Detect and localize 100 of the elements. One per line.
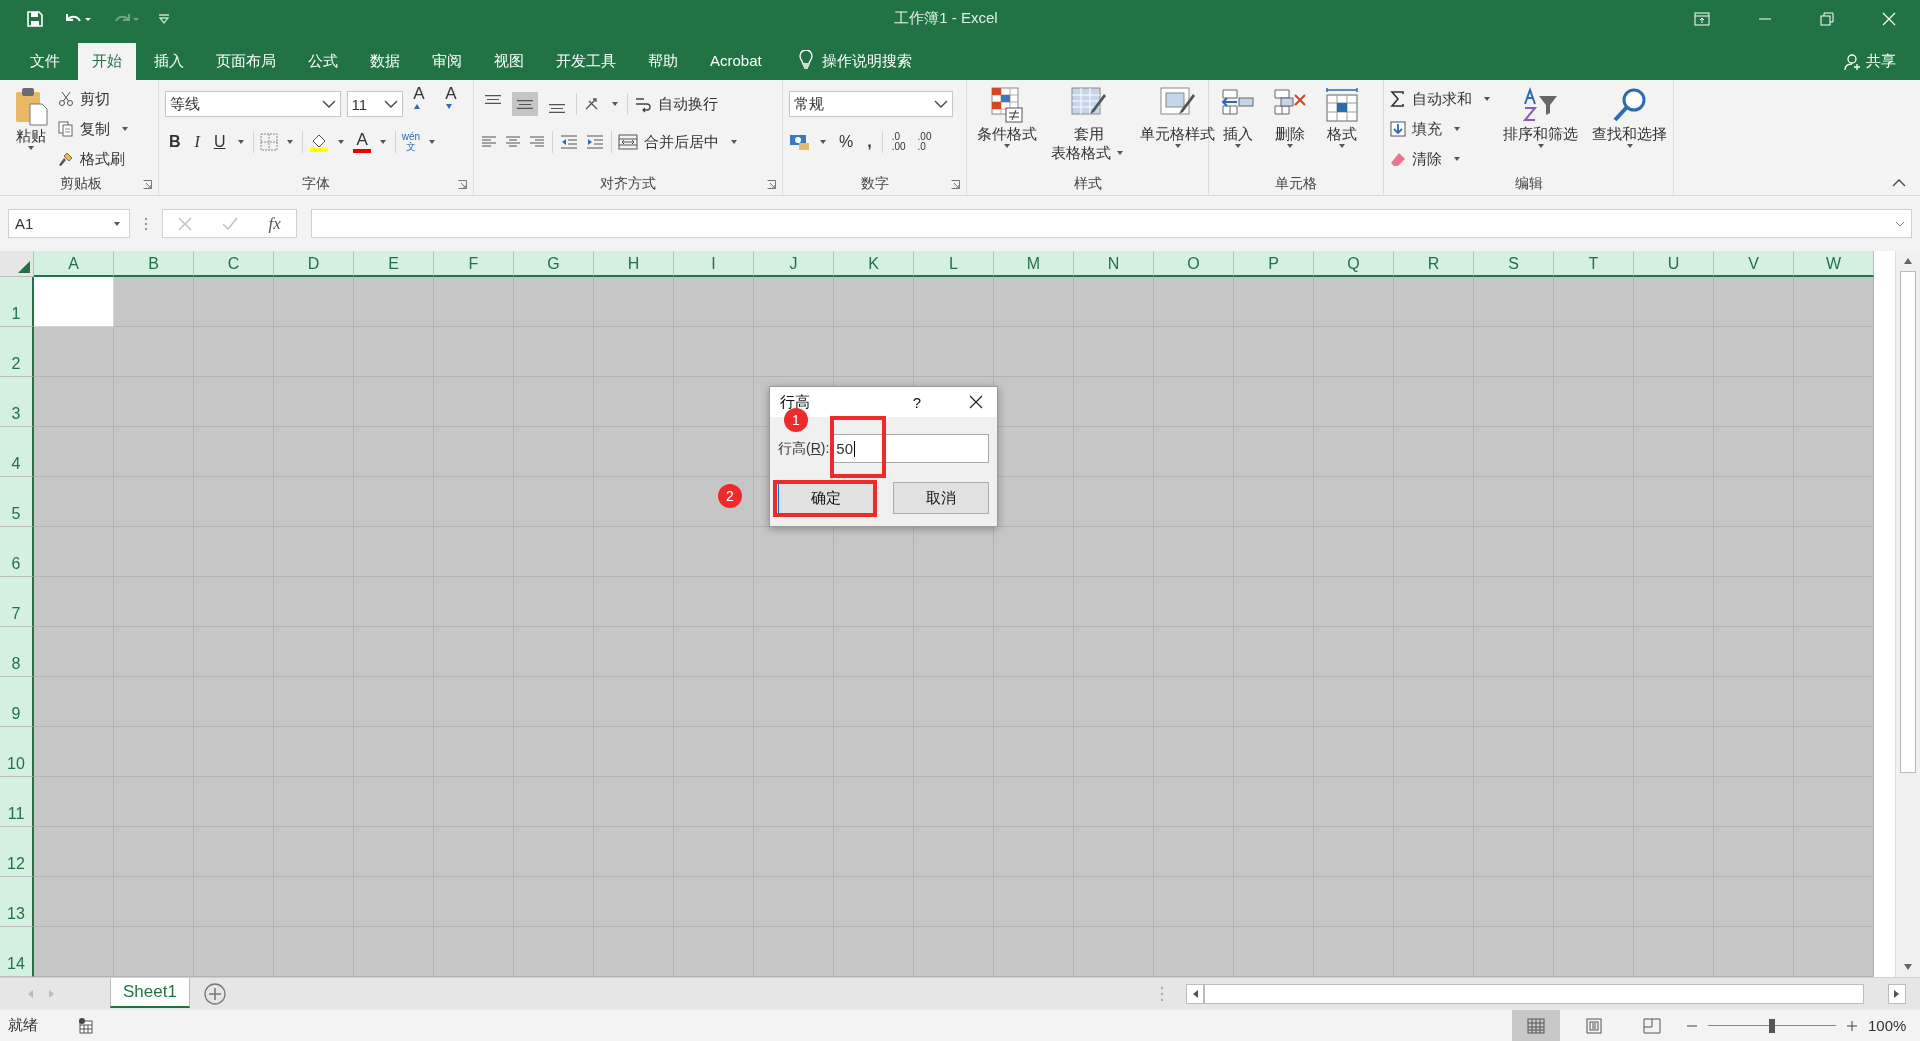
cancel-icon[interactable] <box>178 216 193 231</box>
column-header[interactable]: K <box>834 251 914 277</box>
normal-view-button[interactable] <box>1512 1010 1560 1041</box>
grid-cell[interactable] <box>34 577 114 627</box>
column-header[interactable]: C <box>194 251 274 277</box>
grid-cell[interactable] <box>34 477 114 527</box>
insert-function-button[interactable]: fx <box>268 213 281 234</box>
grid-cell[interactable] <box>114 927 194 977</box>
restore-icon[interactable] <box>1820 11 1834 26</box>
grid-cell[interactable] <box>834 277 914 327</box>
currency-icon[interactable] <box>789 133 811 151</box>
ribbon-tab[interactable]: 审阅 <box>418 43 476 80</box>
delete-cells-button[interactable]: 删除 <box>1267 84 1313 173</box>
decrease-indent-icon[interactable] <box>559 133 579 151</box>
grid-cell[interactable] <box>1794 827 1874 877</box>
dialog-launcher-icon[interactable] <box>951 180 960 189</box>
grid-cell[interactable] <box>34 527 114 577</box>
fill-button[interactable]: 填充 <box>1390 117 1493 141</box>
grid-cell[interactable] <box>1634 927 1714 977</box>
grid-cell[interactable] <box>1474 927 1554 977</box>
zoom-in-icon[interactable] <box>1846 1019 1858 1032</box>
bold-button[interactable]: B <box>165 133 185 151</box>
dialog-launcher-icon[interactable] <box>458 180 467 189</box>
decrease-decimal-button[interactable]: .00 .0 <box>914 132 935 152</box>
vertical-scrollbar[interactable] <box>1895 251 1920 977</box>
grid-cell[interactable] <box>994 527 1074 577</box>
row-header[interactable]: 8 <box>0 627 34 677</box>
column-header[interactable]: S <box>1474 251 1554 277</box>
scroll-left-icon[interactable] <box>1191 989 1199 999</box>
row-header[interactable]: 12 <box>0 827 34 877</box>
grid-cell[interactable] <box>754 527 834 577</box>
column-header[interactable]: M <box>994 251 1074 277</box>
grid-cell[interactable] <box>1794 927 1874 977</box>
comma-button[interactable]: , <box>863 133 876 151</box>
grid-cell[interactable] <box>114 277 194 327</box>
merge-center-button[interactable]: 合并后居中 <box>618 130 740 154</box>
grid-cell[interactable] <box>834 927 914 977</box>
grid-cell[interactable] <box>1794 727 1874 777</box>
percent-button[interactable]: % <box>835 133 858 151</box>
column-header[interactable]: F <box>434 251 514 277</box>
row-header[interactable]: 1 <box>0 277 34 327</box>
grid-cell[interactable] <box>1474 277 1554 327</box>
grid-cell[interactable] <box>754 927 834 977</box>
grid-cell[interactable] <box>1314 277 1394 327</box>
formula-input[interactable] <box>311 209 1912 238</box>
grid-cell[interactable] <box>674 927 754 977</box>
grid-cell[interactable] <box>1794 627 1874 677</box>
row-header[interactable]: 14 <box>0 927 34 977</box>
column-header[interactable]: L <box>914 251 994 277</box>
grid-cell[interactable] <box>1794 777 1874 827</box>
ribbon-tab[interactable]: Acrobat <box>696 43 776 80</box>
select-all-icon[interactable] <box>17 260 31 274</box>
grid-cell[interactable] <box>594 927 674 977</box>
grid-cell[interactable] <box>1394 277 1474 327</box>
column-header[interactable]: H <box>594 251 674 277</box>
grid-cell[interactable] <box>674 277 754 327</box>
font-name-dropdown[interactable]: 等线 <box>165 91 341 117</box>
conditional-format-button[interactable]: 条件格式 <box>973 84 1041 173</box>
name-box[interactable]: A1 <box>8 209 130 238</box>
grid-cell[interactable] <box>1794 427 1874 477</box>
grid-cell[interactable] <box>914 527 994 577</box>
ribbon-tab[interactable]: 视图 <box>480 43 538 80</box>
grid-cell[interactable] <box>34 877 114 927</box>
grid-cell[interactable] <box>1154 927 1234 977</box>
help-button[interactable]: ? <box>912 393 921 411</box>
grid-cell[interactable] <box>1794 877 1874 927</box>
grid-cell[interactable] <box>34 327 114 377</box>
grid-cell[interactable] <box>114 327 194 377</box>
grid-cell[interactable] <box>1634 277 1714 327</box>
column-header[interactable]: B <box>114 251 194 277</box>
grid-cell[interactable] <box>194 927 274 977</box>
number-format-dropdown[interactable]: 常规 <box>789 91 953 117</box>
row-header[interactable]: 10 <box>0 727 34 777</box>
macro-record-icon[interactable] <box>78 1017 94 1034</box>
scroll-right-icon[interactable] <box>1893 989 1901 999</box>
row-header[interactable]: 5 <box>0 477 34 527</box>
column-header[interactable]: I <box>674 251 754 277</box>
cancel-button[interactable]: 取消 <box>893 482 989 514</box>
shrink-font-button[interactable]: A <box>441 84 467 124</box>
row-height-input[interactable]: 50 <box>831 434 989 463</box>
grid-cell[interactable] <box>1554 277 1634 327</box>
scroll-up-icon[interactable] <box>1903 257 1913 265</box>
grid-cell[interactable] <box>994 377 1074 427</box>
column-header[interactable]: U <box>1634 251 1714 277</box>
add-sheet-icon[interactable] <box>203 983 226 1005</box>
grid-cell[interactable] <box>1794 277 1874 327</box>
grid-cell[interactable] <box>34 927 114 977</box>
column-header[interactable]: A <box>34 251 114 277</box>
grid-cell[interactable] <box>34 727 114 777</box>
grid-cell[interactable] <box>1154 277 1234 327</box>
grid-cell[interactable] <box>1794 527 1874 577</box>
splitter-dots-icon[interactable] <box>1160 986 1164 1002</box>
collapse-ribbon-icon[interactable] <box>1892 179 1906 187</box>
grid-cell[interactable] <box>34 827 114 877</box>
save-icon[interactable] <box>26 9 44 28</box>
column-header[interactable]: V <box>1714 251 1794 277</box>
close-icon[interactable] <box>969 395 983 409</box>
grid-cell[interactable] <box>1794 327 1874 377</box>
checkmark-icon[interactable] <box>222 216 239 231</box>
grid-cell[interactable] <box>514 927 594 977</box>
